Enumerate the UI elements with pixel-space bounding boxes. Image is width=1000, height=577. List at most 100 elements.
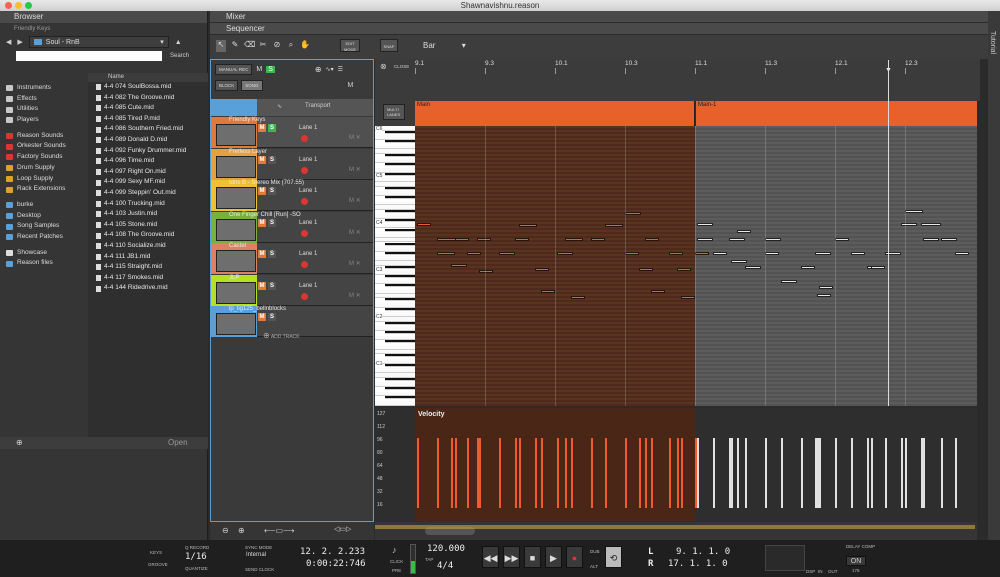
multi-lanes-button[interactable]: MULTI LANES bbox=[383, 104, 405, 120]
piano-key[interactable] bbox=[385, 219, 415, 223]
track-solo-button[interactable]: S bbox=[268, 218, 276, 227]
midi-note[interactable] bbox=[535, 268, 549, 271]
piano-key[interactable] bbox=[385, 265, 415, 269]
midi-note[interactable] bbox=[677, 268, 691, 271]
midi-note[interactable] bbox=[571, 296, 585, 299]
song-button[interactable]: SONG bbox=[241, 79, 263, 91]
velocity-bar[interactable] bbox=[591, 438, 593, 508]
midi-note[interactable] bbox=[745, 266, 761, 269]
search-button[interactable]: Search bbox=[170, 53, 189, 59]
click-level-slider[interactable] bbox=[410, 544, 416, 574]
midi-note[interactable] bbox=[801, 266, 815, 269]
track-row[interactable]: Idris B - Stereo Mix (707.55) M S Lane 1 M ✕ bbox=[211, 180, 373, 211]
sidebar-item[interactable]: Showcase bbox=[6, 248, 84, 259]
file-list-header[interactable]: Name bbox=[88, 73, 208, 82]
velocity-bar[interactable] bbox=[541, 438, 543, 508]
track-solo-button[interactable]: S bbox=[268, 313, 276, 321]
fast-forward-button[interactable]: ▶▶ bbox=[503, 546, 520, 568]
velocity-bar[interactable] bbox=[713, 438, 715, 508]
midi-note[interactable] bbox=[651, 290, 665, 293]
device-thumbnail[interactable] bbox=[216, 187, 256, 209]
midi-note[interactable] bbox=[713, 252, 727, 255]
zoom-window-button[interactable] bbox=[25, 2, 32, 9]
track-solo-button[interactable]: S bbox=[268, 155, 276, 164]
song-position[interactable]: 12. 2. 2.233 bbox=[300, 547, 365, 557]
arrow-tool-icon[interactable]: ↖ bbox=[216, 40, 226, 52]
zoom-in-icon[interactable]: ⊕ bbox=[238, 526, 245, 535]
sidebar-item[interactable]: Reason Sounds bbox=[6, 131, 84, 142]
sidebar-item[interactable]: Recent Patches bbox=[6, 232, 84, 243]
alt-label[interactable]: ALT bbox=[590, 564, 598, 569]
velocity-bar[interactable] bbox=[451, 438, 453, 508]
send-clock-label[interactable]: SEND CLOCK bbox=[245, 567, 274, 572]
bottom-scrollbar[interactable] bbox=[375, 522, 977, 540]
velocity-bar[interactable] bbox=[625, 438, 627, 508]
velocity-bar[interactable] bbox=[605, 438, 607, 508]
file-item[interactable]: 4-4 144 Ridedrive.mid bbox=[88, 283, 208, 294]
loop-left-position[interactable]: 9. 1. 1. 0 bbox=[676, 547, 730, 557]
velocity-bar[interactable] bbox=[565, 438, 567, 508]
automation-icon[interactable]: ∿▾ bbox=[326, 66, 334, 73]
midi-note[interactable] bbox=[737, 230, 751, 233]
lane-mute-delete[interactable]: M ✕ bbox=[349, 229, 361, 236]
device-thumbnail[interactable] bbox=[216, 218, 256, 241]
piano-key[interactable] bbox=[385, 377, 415, 381]
eraser-tool-icon[interactable]: ⌫ bbox=[244, 40, 255, 52]
click-icon[interactable]: ♪ bbox=[392, 545, 397, 555]
velocity-bar[interactable] bbox=[467, 438, 469, 508]
piano-key[interactable] bbox=[375, 400, 415, 406]
velocity-bar[interactable] bbox=[901, 438, 903, 508]
delay-comp-on-button[interactable]: ON bbox=[846, 556, 866, 566]
magnify-tool-icon[interactable]: ⌕ bbox=[286, 40, 296, 52]
midi-note[interactable] bbox=[437, 252, 455, 255]
groove-label[interactable]: GROOVE bbox=[148, 562, 168, 567]
open-button[interactable]: Open bbox=[168, 437, 188, 449]
location-dropdown[interactable]: Soul - RnB ▾ bbox=[28, 36, 169, 48]
piano-key[interactable] bbox=[385, 153, 415, 157]
velocity-bar[interactable] bbox=[955, 438, 957, 508]
velocity-bar[interactable] bbox=[817, 438, 819, 508]
midi-note[interactable] bbox=[417, 223, 431, 226]
lane-mute-delete[interactable]: M ✕ bbox=[349, 292, 361, 299]
midi-note[interactable] bbox=[695, 252, 709, 255]
device-thumbnail[interactable] bbox=[216, 313, 256, 335]
velocity-bar[interactable] bbox=[677, 438, 679, 508]
track-row[interactable]: Friendly Keys M S Lane 1 M ✕ bbox=[211, 117, 373, 148]
quantize-value[interactable]: 1/16 bbox=[185, 552, 207, 562]
midi-note[interactable] bbox=[645, 238, 659, 241]
piano-key[interactable] bbox=[385, 396, 415, 400]
velocity-bar[interactable] bbox=[835, 438, 837, 508]
midi-note[interactable] bbox=[955, 252, 969, 255]
razor-tool-icon[interactable]: ✂ bbox=[258, 40, 268, 52]
piano-key[interactable] bbox=[385, 284, 415, 288]
midi-note[interactable] bbox=[819, 286, 833, 289]
clip-main-1[interactable]: Main-1 bbox=[696, 101, 977, 126]
piano-key[interactable] bbox=[385, 386, 415, 390]
midi-note[interactable] bbox=[731, 260, 747, 263]
file-item[interactable]: 4-4 092 Funky Drummer.mid bbox=[88, 146, 208, 157]
midi-note[interactable] bbox=[905, 210, 923, 213]
search-input[interactable] bbox=[16, 51, 162, 61]
velocity-bar[interactable] bbox=[871, 438, 873, 508]
keys-label[interactable]: KEYS bbox=[150, 550, 162, 555]
velocity-bar[interactable] bbox=[819, 438, 821, 508]
hand-tool-icon[interactable]: ✋ bbox=[300, 40, 310, 52]
midi-note[interactable] bbox=[625, 212, 641, 215]
piano-keyboard[interactable]: C6 C5 C4 C3 C2 C1 bbox=[375, 126, 415, 406]
velocity-bar[interactable] bbox=[557, 438, 559, 508]
track-mute-button[interactable]: M bbox=[258, 250, 266, 258]
lane-mute-delete[interactable]: M ✕ bbox=[349, 260, 361, 267]
up-arrow-icon[interactable]: ▲ bbox=[175, 39, 182, 46]
midi-note[interactable] bbox=[541, 290, 555, 293]
midi-note[interactable] bbox=[519, 224, 537, 227]
transport-track[interactable]: ∿ Transport bbox=[211, 99, 373, 116]
sync-mode-dropdown[interactable]: Internal bbox=[246, 552, 266, 558]
piano-key[interactable] bbox=[385, 130, 415, 134]
file-item[interactable]: 4-4 108 The Groove.mid bbox=[88, 230, 208, 241]
file-item[interactable]: 4-4 110 Socialize.mid bbox=[88, 241, 208, 252]
add-track-button[interactable]: ⊕ ADD TRACK bbox=[263, 331, 300, 340]
manual-rec-button[interactable]: MANUAL REC bbox=[215, 63, 253, 75]
piano-key[interactable] bbox=[385, 209, 415, 213]
file-item[interactable]: 4-4 099 Sexy MF.mid bbox=[88, 177, 208, 188]
file-item[interactable]: 4-4 097 Right On.mid bbox=[88, 167, 208, 178]
